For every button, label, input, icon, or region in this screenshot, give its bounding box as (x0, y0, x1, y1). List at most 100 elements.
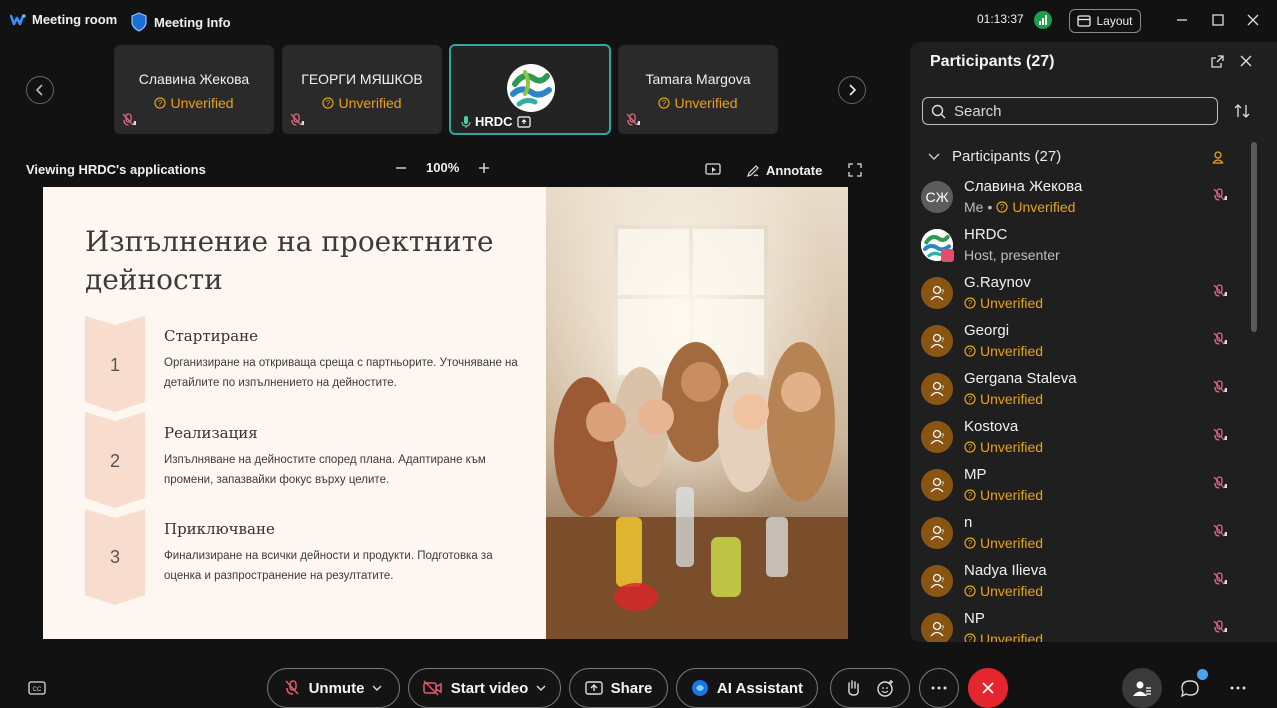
remote-control-button[interactable] (705, 163, 721, 177)
muted-mic-icon[interactable] (1213, 379, 1229, 395)
chat-notification-badge (1197, 669, 1208, 680)
participant-status: ? Unverified (964, 583, 1043, 599)
start-video-button[interactable]: Start video (408, 668, 561, 708)
chat-button[interactable] (1180, 669, 1208, 699)
unmute-label: Unmute (308, 679, 365, 697)
chevron-down-icon[interactable] (372, 685, 382, 692)
sharing-screen-icon (516, 115, 531, 128)
participant-row[interactable]: ? n? Unverified (910, 508, 1250, 556)
share-label: Share (610, 679, 653, 697)
fullscreen-button[interactable] (848, 163, 862, 177)
svg-text:?: ? (968, 299, 973, 308)
layout-button[interactable]: Layout (1069, 9, 1141, 33)
svg-text:?: ? (941, 578, 945, 584)
participant-row[interactable]: ? Gergana Staleva? Unverified (910, 364, 1250, 412)
participant-row[interactable]: HRDC Host, presenter (910, 220, 1250, 268)
participant-name: Gergana Staleva (964, 370, 1077, 387)
scrollbar[interactable] (1251, 142, 1257, 332)
more-panels-button[interactable] (1230, 686, 1246, 690)
question-circle-icon: ? (964, 441, 976, 453)
zoom-controls: 100% (394, 160, 491, 175)
meeting-timer: 01:13:37 (977, 12, 1024, 26)
guest-avatar-icon: ? (921, 565, 953, 597)
reactions-emoji-icon[interactable] (876, 678, 896, 698)
participant-thumbnail[interactable]: ГЕОРГИ МЯШКОВ ? Unverified (282, 45, 442, 134)
sort-button[interactable] (1234, 103, 1250, 119)
participant-row[interactable]: ? G.Raynov? Unverified (910, 268, 1250, 316)
status-text: Unverified (980, 343, 1044, 359)
annotate-button[interactable]: Annotate (746, 163, 822, 178)
participant-status: ? Unverified (964, 631, 1043, 642)
lobby-icon[interactable] (1211, 150, 1225, 164)
close-window-icon[interactable] (1244, 11, 1262, 29)
ellipsis-icon (931, 686, 947, 690)
guest-avatar-icon: ? (921, 325, 953, 357)
participant-row[interactable]: СЖ Славина Жекова Me • ? Unverified (910, 172, 1250, 220)
muted-mic-icon[interactable] (1213, 427, 1229, 443)
meeting-room-label: Meeting room (32, 12, 118, 27)
presenter-thumbnail[interactable]: HRDC (449, 44, 611, 135)
viewing-label: Viewing HRDC's applications (26, 162, 206, 177)
participant-name: NP (964, 610, 985, 627)
minimize-icon[interactable] (1173, 11, 1191, 29)
svg-text:?: ? (326, 99, 331, 108)
zoom-in-button[interactable] (477, 161, 491, 175)
raise-hand-icon[interactable] (844, 679, 862, 697)
screen-control-icon (705, 163, 721, 175)
microphone-icon (461, 115, 471, 128)
thumbnail-status: ? Unverified (618, 95, 778, 111)
network-quality-icon[interactable] (1034, 11, 1052, 29)
participants-toggle-button[interactable] (1122, 668, 1162, 708)
me-label: Me (964, 199, 984, 215)
muted-mic-icon[interactable] (1213, 571, 1229, 587)
meeting-info-tab[interactable]: Meeting Info (130, 12, 231, 32)
search-input[interactable] (954, 102, 1194, 120)
participant-row[interactable]: ? Nadya Ilieva? Unverified (910, 556, 1250, 604)
participant-thumbnail[interactable]: Tamara Margova ? Unverified (618, 45, 778, 134)
zoom-level: 100% (426, 160, 460, 175)
ai-assistant-button[interactable]: AI Assistant (676, 668, 818, 708)
muted-mic-icon[interactable] (1213, 187, 1229, 203)
search-field[interactable] (922, 97, 1218, 125)
step-number: 1 (109, 355, 120, 375)
thumbnail-status-text: Unverified (170, 95, 234, 111)
participants-icon (1133, 681, 1151, 696)
muted-mic-icon[interactable] (1213, 331, 1229, 347)
previous-thumbnails-button[interactable] (26, 76, 54, 104)
svg-text:?: ? (662, 99, 667, 108)
participant-row[interactable]: ? Kostova? Unverified (910, 412, 1250, 460)
muted-mic-icon[interactable] (1213, 283, 1229, 299)
unmute-button[interactable]: Unmute (267, 668, 400, 708)
svg-text:?: ? (968, 539, 973, 548)
zoom-out-button[interactable] (394, 161, 408, 175)
timer-text: 01:13:37 (977, 12, 1024, 26)
participants-panel: Participants (27) Participants (27) СЖ С… (910, 42, 1277, 642)
participant-thumbnail[interactable]: Славина Жекова ? Unverified (114, 45, 274, 134)
muted-mic-icon[interactable] (1213, 619, 1229, 635)
question-circle-icon: ? (964, 633, 976, 642)
question-circle-icon: ? (322, 97, 335, 109)
svg-text:?: ? (968, 491, 973, 500)
leave-meeting-button[interactable] (968, 668, 1008, 708)
muted-mic-icon[interactable] (1213, 523, 1229, 539)
question-circle-icon: ? (964, 585, 976, 597)
chevron-down-icon[interactable] (536, 685, 546, 692)
more-options-button[interactable] (919, 668, 959, 708)
svg-text:?: ? (941, 530, 945, 536)
share-button[interactable]: Share (569, 668, 668, 708)
meeting-room-tab[interactable]: Meeting room (10, 12, 117, 27)
participant-row[interactable]: ? Georgi? Unverified (910, 316, 1250, 364)
next-thumbnails-button[interactable] (838, 76, 866, 104)
close-panel-button[interactable] (1239, 54, 1253, 68)
captions-button[interactable]: CC (28, 681, 46, 695)
step-text: Изпълняване на дейностите според плана. … (164, 454, 486, 486)
muted-mic-icon[interactable] (1213, 475, 1229, 491)
shield-icon (130, 12, 148, 32)
plus-icon (479, 162, 490, 173)
maximize-icon[interactable] (1209, 11, 1227, 29)
question-circle-icon: ? (964, 297, 976, 309)
participant-row[interactable]: ? NP ? Unverified (910, 604, 1250, 642)
popout-panel-button[interactable] (1210, 54, 1225, 69)
participants-group-header[interactable]: Participants (27) (928, 148, 1061, 165)
participant-row[interactable]: ? MP? Unverified (910, 460, 1250, 508)
